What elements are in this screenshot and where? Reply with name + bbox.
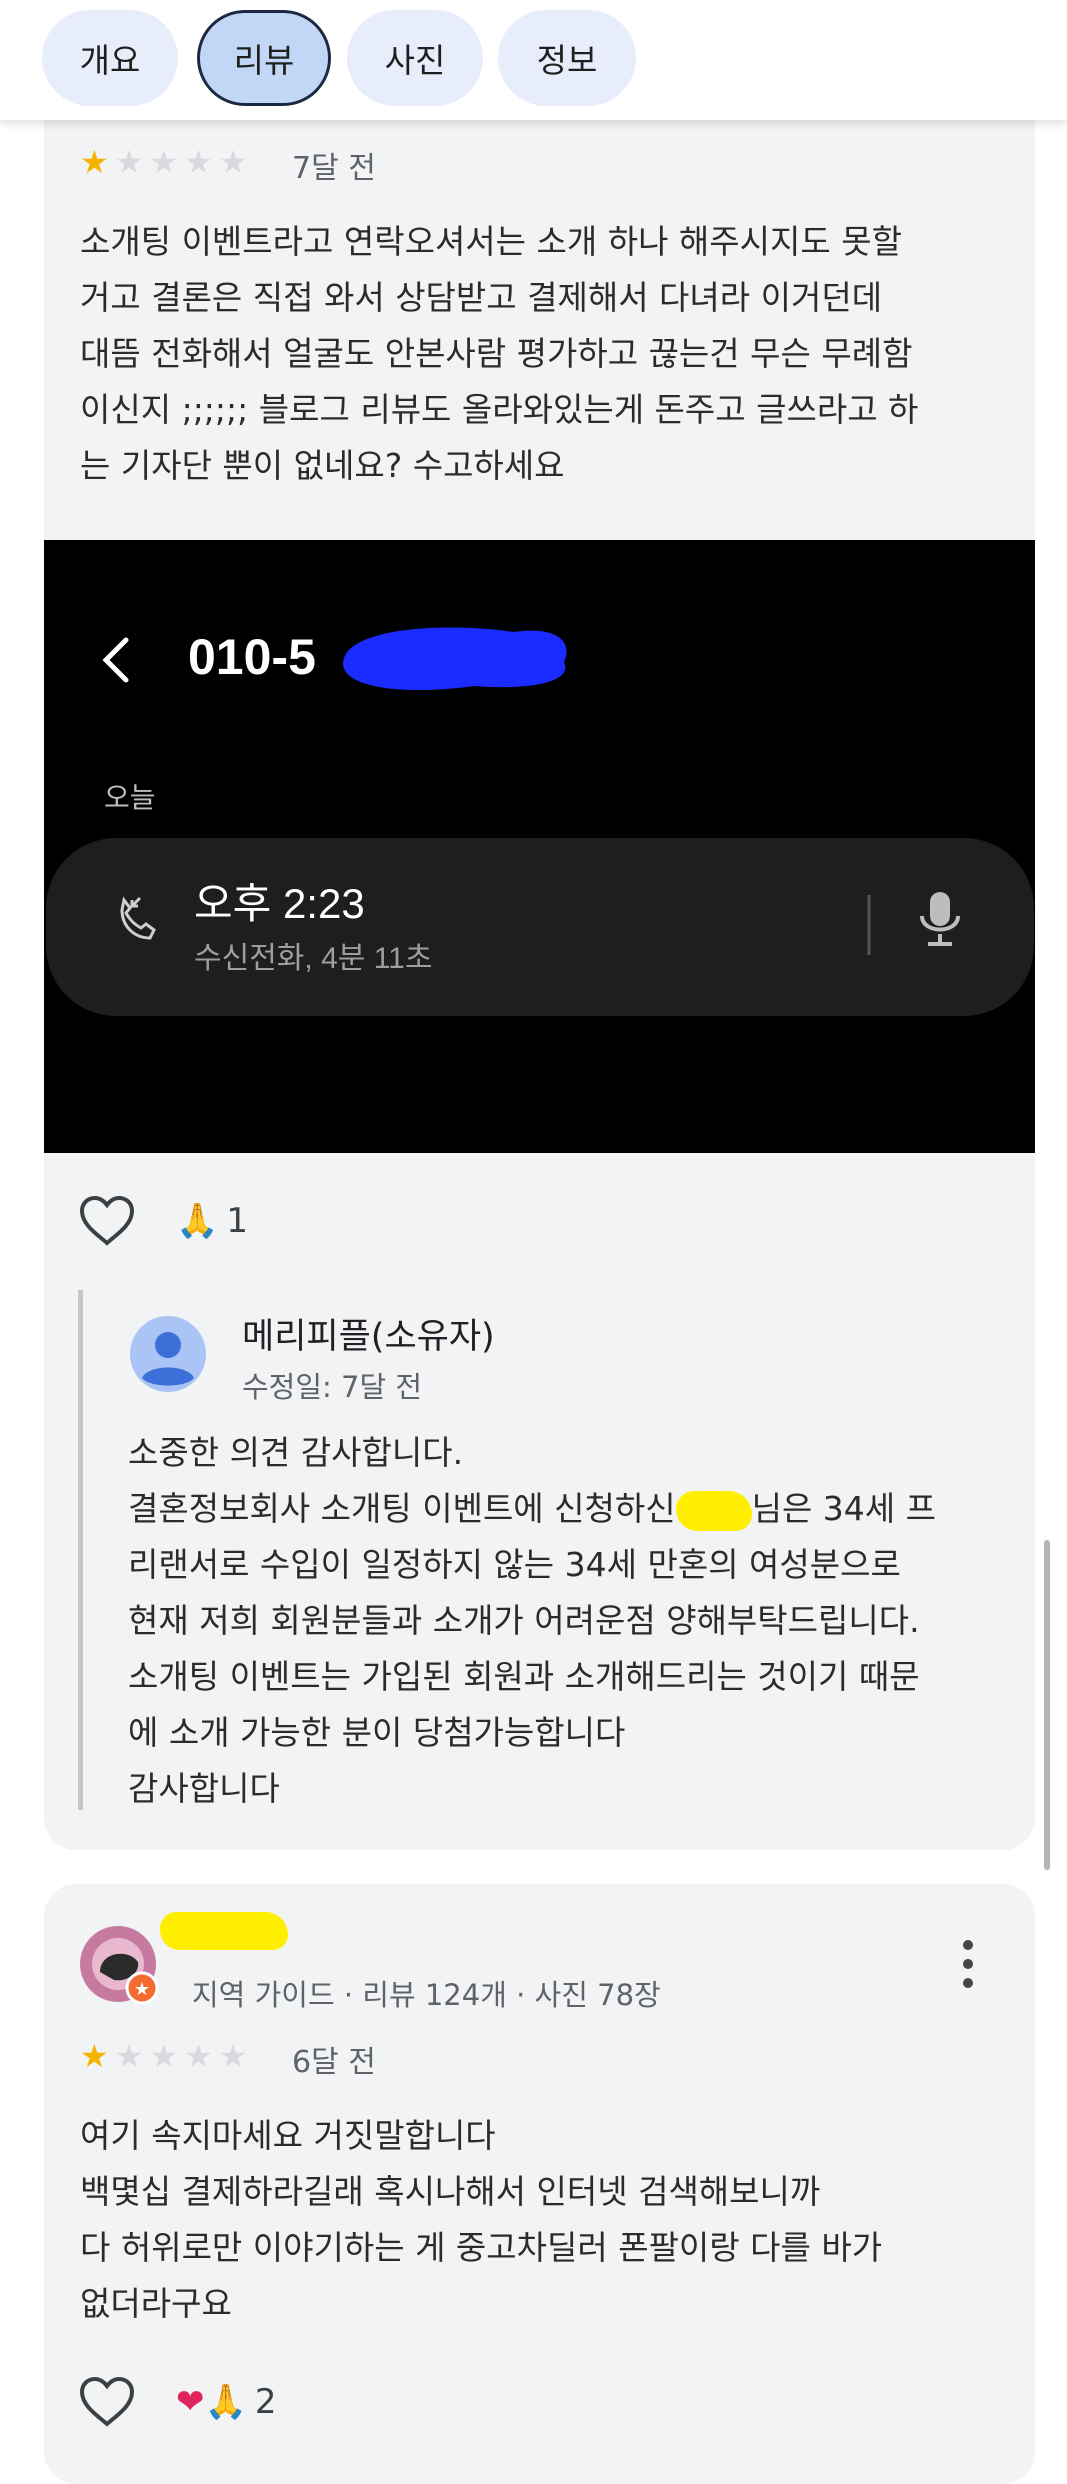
call-log-image: 010-5 오늘 오후 2:23 수신전화, 4분 11초: [44, 540, 1035, 1153]
star-rating: ★ ★ ★ ★ ★: [80, 2040, 247, 2072]
review-photo[interactable]: 010-5 오늘 오후 2:23 수신전화, 4분 11초: [44, 540, 1035, 1153]
reaction-row: 🙏 1: [78, 1195, 248, 1247]
reply-line-part: 님은 34세 프: [751, 1489, 937, 1528]
tab-photos[interactable]: 사진: [347, 10, 483, 106]
call-entry: [46, 838, 1034, 1016]
blue-redaction: [343, 627, 567, 691]
heart-outline-icon[interactable]: [78, 1195, 136, 1247]
reply-line: 에 소개 가능한 분이 당첨가능합니다: [128, 1713, 626, 1752]
star-icon: ★: [218, 143, 248, 181]
tab-overview[interactable]: 개요: [42, 10, 178, 106]
star-icon: ★: [184, 143, 213, 181]
review-time: 7달 전: [292, 151, 376, 186]
reviewer-avatar[interactable]: ★: [78, 1924, 162, 2008]
reaction-count: 2: [254, 2382, 277, 2422]
star-icon: ★: [114, 143, 144, 181]
yellow-redaction: [160, 1912, 288, 1950]
owner-name[interactable]: 메리피플(소유자): [242, 1308, 495, 1359]
heart-outline-icon[interactable]: [78, 2376, 136, 2428]
reply-line-part: 결혼정보회사 소개팅 이벤트에 신청하신: [128, 1489, 676, 1528]
avatar[interactable]: [128, 1314, 208, 1394]
reply-edited-time: 수정일: 7달 전: [242, 1370, 423, 1404]
reaction-count: 1: [226, 1201, 248, 1241]
scrollbar[interactable]: [1044, 1540, 1050, 1870]
tab-info[interactable]: 정보: [498, 10, 636, 106]
star-icon: ★: [149, 2037, 179, 2075]
red-heart-emoji[interactable]: ❤: [176, 2382, 205, 2422]
phone-number: 010-5: [188, 629, 316, 685]
star-icon: ★: [149, 143, 179, 181]
tab-photos-label: 사진: [384, 41, 446, 80]
reaction-row: ❤ 🙏 2: [78, 2376, 276, 2428]
tab-bar: 개요 리뷰 사진 정보: [0, 0, 1067, 120]
review-text: 여기 속지마세요 거짓말합니다 백몇십 결제하라길래 혹시나해서 인터넷 검색해…: [80, 2116, 883, 2323]
call-time: 오후 2:23: [194, 880, 365, 927]
reply-line: 리랜서로 수입이 일정하지 않는 34세 만혼의 여성분으로: [128, 1545, 901, 1584]
reply-line: 현재 저희 회원분들과 소개가 어려운점 양해부탁드립니다.: [128, 1601, 920, 1640]
review-time: 6달 전: [292, 2045, 376, 2080]
call-detail: 수신전화, 4분 11초: [194, 942, 432, 975]
star-rating: ★ ★ ★ ★ ★: [80, 146, 247, 178]
tab-reviews[interactable]: 리뷰: [197, 10, 331, 106]
date-section-label: 오늘: [104, 782, 156, 813]
reply-line: 감사합니다: [128, 1769, 280, 1808]
star-icon: ★: [80, 143, 109, 181]
reply-line: 결혼정보회사 소개팅 이벤트에 신청하신 님은 34세 프: [128, 1481, 1008, 1537]
yellow-redaction: [675, 1490, 752, 1531]
star-icon: ★: [80, 2037, 109, 2075]
reply-divider: [78, 1290, 83, 1810]
tab-reviews-label: 리뷰: [233, 41, 295, 80]
star-icon: ★: [218, 2037, 248, 2075]
reply-line: 소중한 의견 감사합니다.: [128, 1433, 464, 1472]
star-icon: ★: [114, 2037, 144, 2075]
review-text: 소개팅 이벤트라고 연락오셔서는 소개 하나 해주시지도 못할 거고 결론은 직…: [80, 222, 919, 485]
reply-line: 소개팅 이벤트는 가입된 회원과 소개해드리는 것이기 때문: [128, 1657, 920, 1696]
star-icon: ★: [184, 2037, 213, 2075]
tab-info-label: 정보: [536, 41, 598, 80]
folded-hands-emoji[interactable]: 🙏: [205, 2382, 247, 2422]
tab-overview-label: 개요: [79, 41, 141, 80]
more-vert-icon[interactable]: [956, 1938, 980, 1990]
reviewer-meta: 지역 가이드 · 리뷰 124개 · 사진 78장: [192, 1978, 661, 2012]
svg-text:★: ★: [134, 1979, 150, 2000]
owner-reply-text: 소중한 의견 감사합니다. 결혼정보회사 소개팅 이벤트에 신청하신 님은 34세…: [128, 1425, 1008, 1817]
folded-hands-emoji[interactable]: 🙏: [176, 1201, 218, 1241]
